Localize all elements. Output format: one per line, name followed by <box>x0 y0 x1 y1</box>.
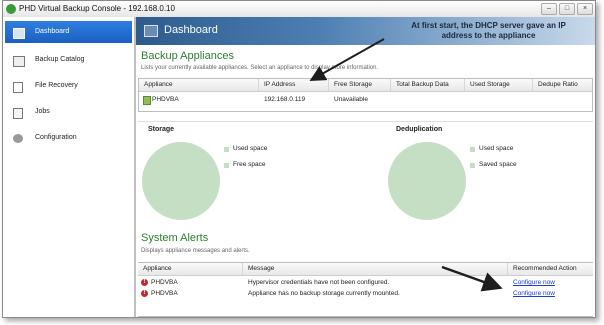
window-title: PHD Virtual Backup Console - 192.168.0.1… <box>19 4 175 13</box>
sidebar-item-label: Backup Catalog <box>35 56 85 63</box>
sidebar-item-dashboard[interactable]: Dashboard <box>5 21 132 43</box>
sidebar-item-label: File Recovery <box>35 82 78 89</box>
ip-arrow <box>309 38 385 81</box>
close-button[interactable]: × <box>577 3 593 15</box>
annotation-arrows <box>309 38 503 292</box>
sidebar-item-configuration[interactable]: Configuration <box>5 127 132 149</box>
sidebar-item-label: Jobs <box>35 108 50 115</box>
sidebar-item-label: Configuration <box>35 134 77 141</box>
sidebar: Dashboard Backup Catalog File Recovery J… <box>3 17 136 317</box>
sidebar-item-jobs[interactable]: Jobs <box>5 101 132 123</box>
gear-icon <box>13 134 23 143</box>
maximize-button[interactable]: □ <box>559 3 575 15</box>
main-content: Dashboard At first start, the DHCP serve… <box>136 17 595 317</box>
sidebar-item-label: Dashboard <box>35 28 70 35</box>
minimize-button[interactable]: – <box>541 3 557 15</box>
sidebar-item-backup-catalog[interactable]: Backup Catalog <box>5 49 132 71</box>
app-window: PHD Virtual Backup Console - 192.168.0.1… <box>2 0 596 318</box>
file-icon <box>13 82 23 93</box>
title-bar: PHD Virtual Backup Console - 192.168.0.1… <box>3 1 595 18</box>
catalog-icon <box>13 56 25 67</box>
sidebar-item-file-recovery[interactable]: File Recovery <box>5 75 132 97</box>
configure-arrow <box>441 265 503 292</box>
jobs-icon <box>13 108 23 119</box>
app-logo-icon <box>6 4 16 14</box>
dashboard-icon <box>13 28 25 39</box>
